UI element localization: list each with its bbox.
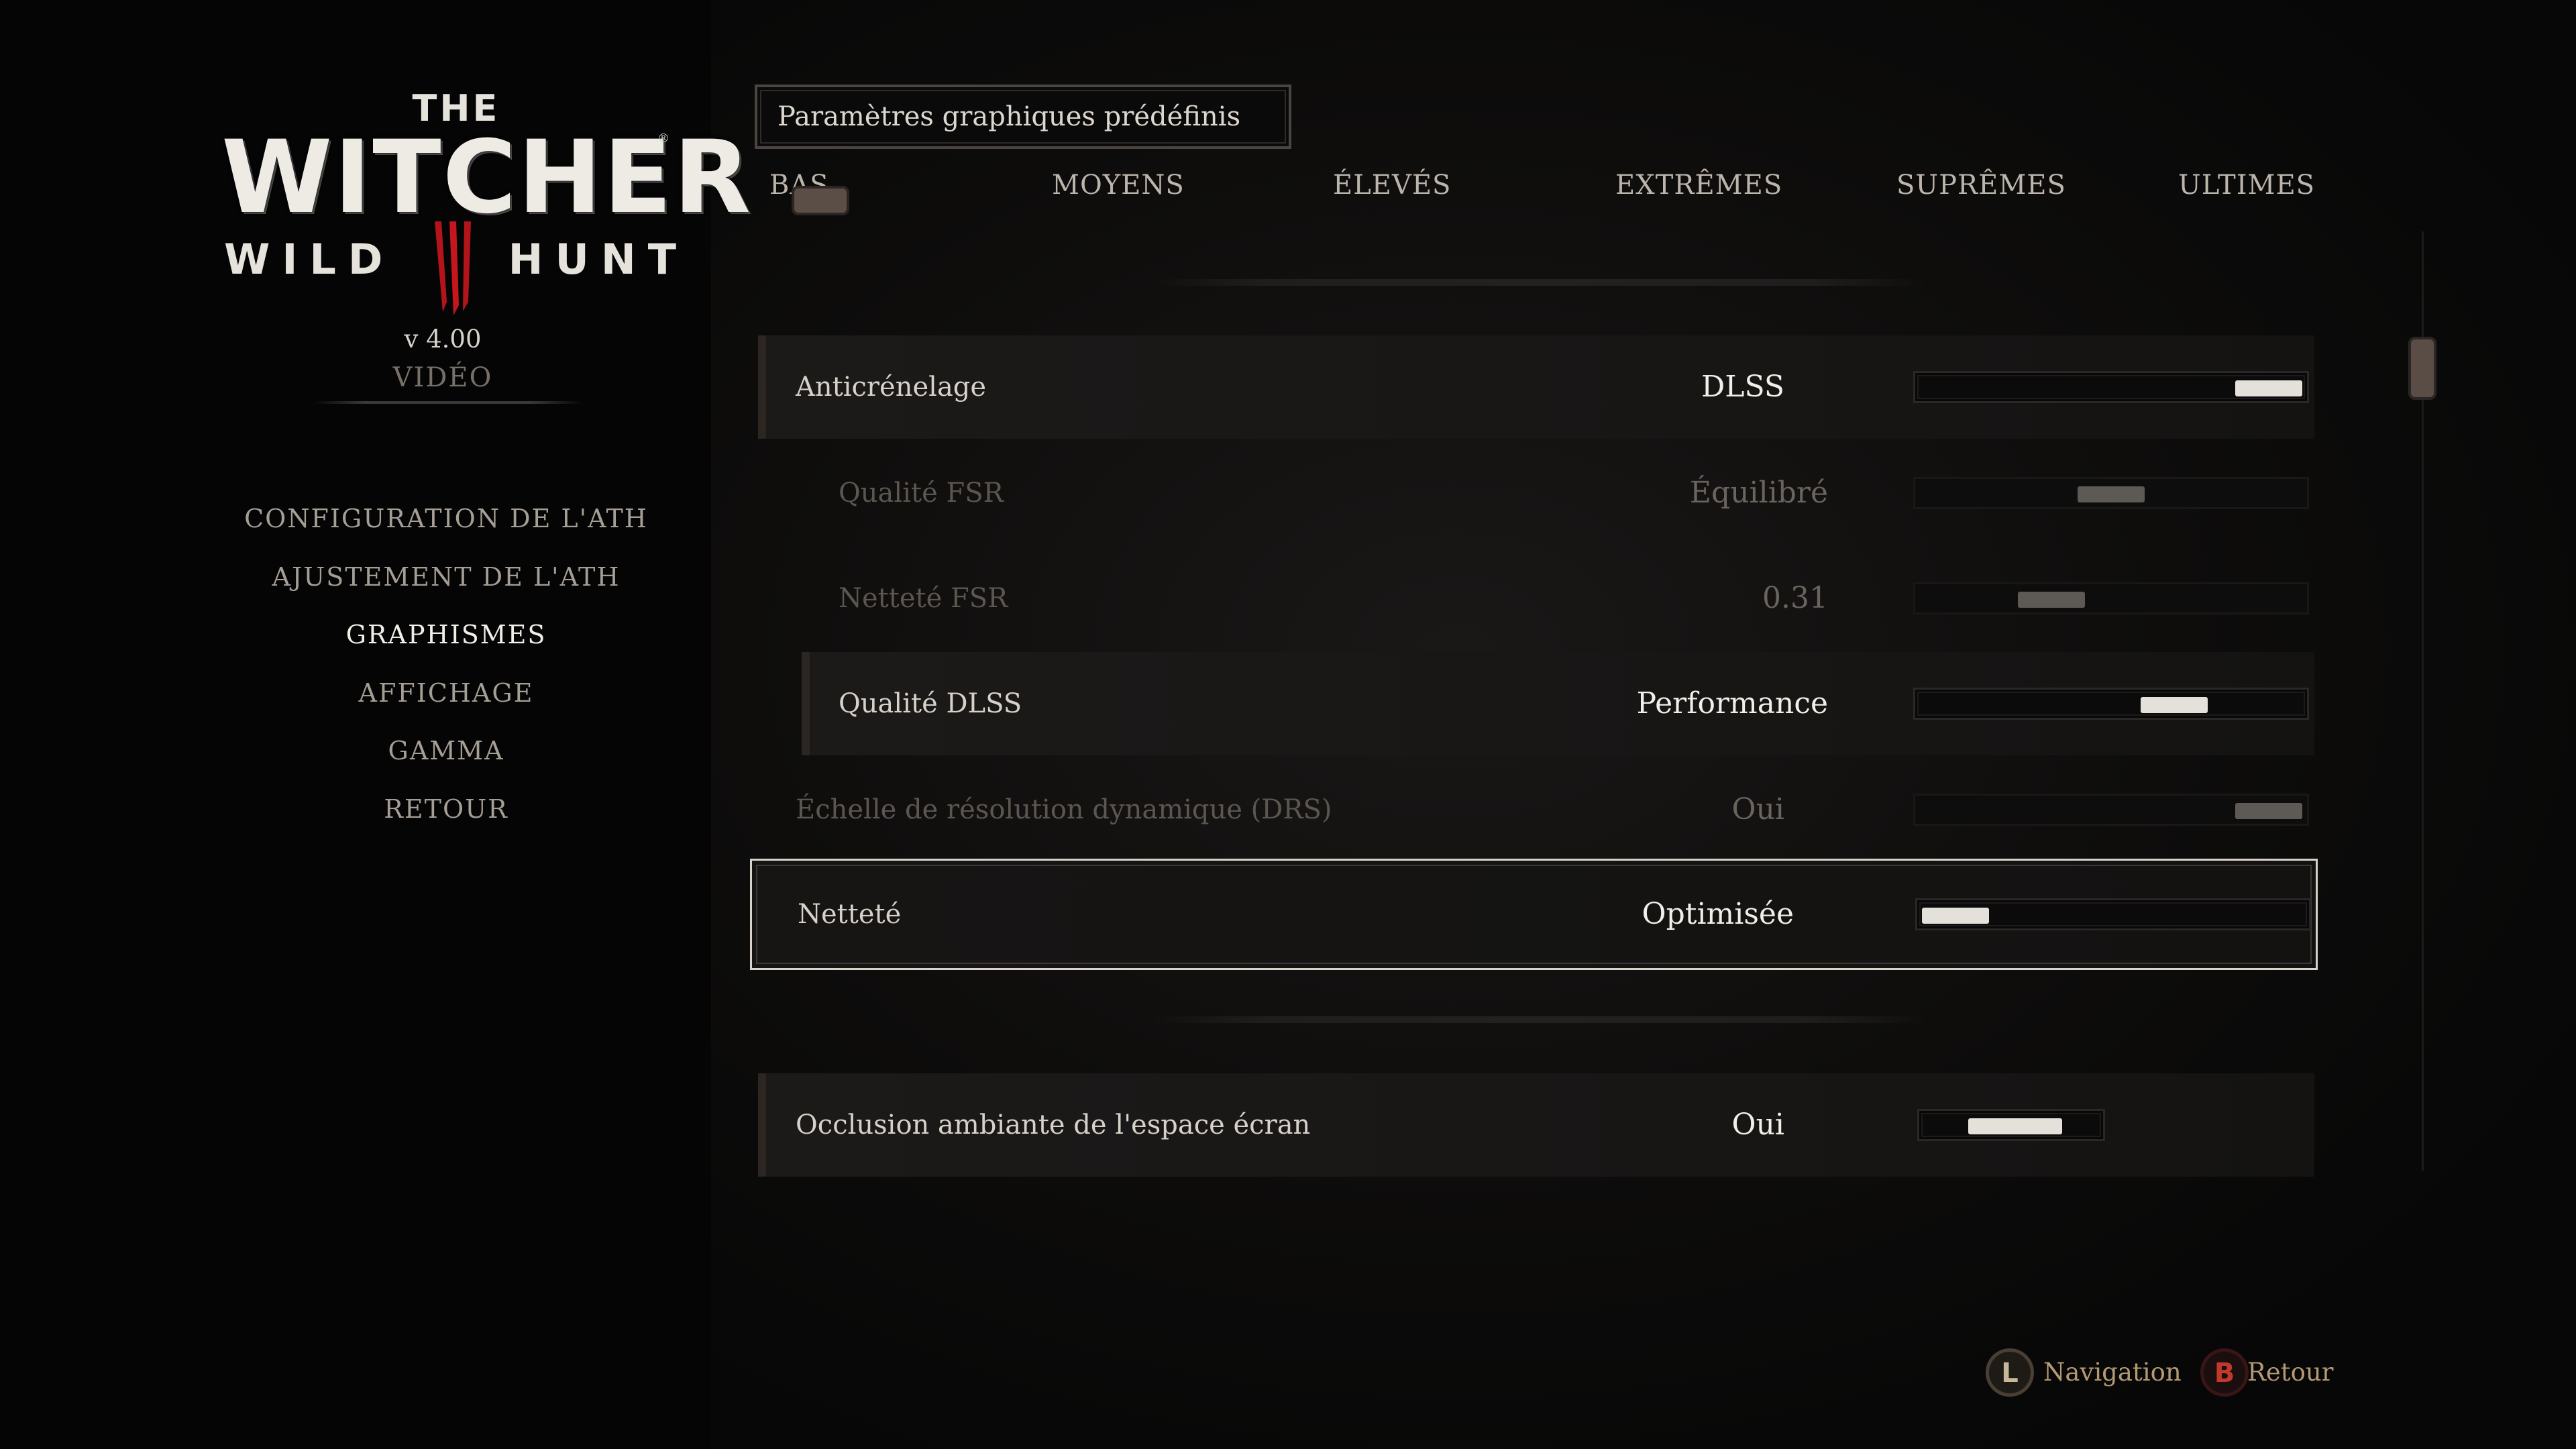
left-stick-icon: L — [1986, 1348, 2034, 1397]
game-version: v 4.00 — [404, 325, 482, 354]
slider-track — [1913, 688, 2309, 720]
section-title: VIDÉO — [392, 362, 493, 393]
setting-slider — [1913, 582, 2309, 614]
setting-row-antialiasing[interactable]: Anticrénelage DLSS — [758, 335, 2314, 439]
logo-subtitle-left: WILD — [223, 235, 395, 284]
setting-label: Netteté — [798, 899, 902, 930]
section-divider — [312, 401, 584, 404]
slider-thumb[interactable] — [1968, 1118, 2062, 1134]
slider-thumb — [2017, 592, 2085, 608]
setting-value: 0.31 — [1762, 581, 1828, 615]
b-button-icon: B — [2200, 1348, 2249, 1397]
setting-label: Qualité DLSS — [839, 688, 1022, 719]
setting-value: Performance — [1636, 686, 1828, 720]
setting-value: Équilibré — [1689, 476, 1828, 510]
setting-label: Occlusion ambiante de l'espace écran — [796, 1110, 1311, 1140]
setting-value: DLSS — [1701, 370, 1784, 404]
graphics-preset-title: Paramètres graphiques prédéfinis — [777, 101, 1241, 132]
setting-label: Échelle de résolution dynamique (DRS) — [796, 794, 1332, 825]
back-hint[interactable]: Retour — [2247, 1348, 2333, 1397]
navigation-hint[interactable]: Navigation — [2043, 1348, 2182, 1397]
setting-label: Netteté FSR — [839, 583, 1008, 614]
setting-slider[interactable] — [1915, 898, 2311, 930]
setting-slider[interactable] — [1913, 688, 2309, 720]
setting-row-fsr-sharpness: Netteté FSR 0.31 — [802, 547, 2314, 650]
preset-option-supreme[interactable]: SUPRÊMES — [1896, 165, 2066, 205]
section-divider-bottom — [1150, 1016, 1925, 1023]
witcher-logo: THE WITCHER ® WILD HUNT — [221, 87, 753, 329]
menu-item-hud-adjust[interactable]: AJUSTEMENT DE L'ATH — [221, 555, 671, 613]
setting-slider — [1913, 794, 2309, 826]
slider-track — [1913, 582, 2309, 614]
preset-slider-thumb[interactable] — [792, 186, 849, 215]
setting-value: Optimisée — [1642, 897, 1794, 931]
logo-registered-mark: ® — [657, 131, 669, 146]
options-menu: CONFIGURATION DE L'ATH AJUSTEMENT DE L'A… — [221, 496, 671, 845]
menu-item-hud-config[interactable]: CONFIGURATION DE L'ATH — [221, 496, 671, 555]
preset-option-medium[interactable]: MOYENS — [1052, 165, 1185, 205]
setting-row-sharpening[interactable]: Netteté Optimisée — [750, 859, 2318, 970]
slider-thumb[interactable] — [2235, 380, 2302, 396]
setting-row-dynamic-resolution: Échelle de résolution dynamique (DRS) Ou… — [758, 758, 2314, 861]
setting-slider[interactable] — [1913, 371, 2309, 403]
settings-scrollbar-thumb[interactable] — [2408, 337, 2436, 400]
setting-label: Qualité FSR — [839, 478, 1004, 508]
graphics-preset-slider[interactable]: BAS MOYENS ÉLEVÉS EXTRÊMES SUPRÊMES ULTI… — [755, 165, 2351, 212]
graphics-preset-header: Paramètres graphiques prédéfinis — [755, 85, 1291, 149]
slider-thumb[interactable] — [2141, 697, 2208, 713]
setting-toggle[interactable] — [1917, 1109, 2105, 1141]
menu-item-display[interactable]: AFFICHAGE — [221, 671, 671, 729]
setting-row-dlss-quality[interactable]: Qualité DLSS Performance — [802, 652, 2314, 755]
slider-thumb — [2078, 486, 2145, 502]
section-divider-top — [1150, 279, 1925, 286]
menu-item-graphics[interactable]: GRAPHISMES — [221, 612, 671, 671]
logo-subtitle-right: HUNT — [508, 235, 689, 284]
slider-thumb — [2235, 803, 2302, 819]
setting-value: Oui — [1731, 1108, 1784, 1142]
slider-thumb[interactable] — [1922, 908, 1989, 924]
setting-value: Oui — [1731, 792, 1784, 826]
setting-row-ssao[interactable]: Occlusion ambiante de l'espace écran Oui — [758, 1073, 2314, 1177]
preset-option-ultimate[interactable]: ULTIMES — [2178, 165, 2315, 205]
setting-slider — [1913, 477, 2309, 509]
preset-option-high[interactable]: ÉLEVÉS — [1333, 165, 1451, 205]
logo-claw-mark-icon — [435, 221, 471, 315]
setting-label: Anticrénelage — [796, 372, 987, 402]
menu-item-gamma[interactable]: GAMMA — [221, 729, 671, 787]
preset-option-extreme[interactable]: EXTRÊMES — [1615, 165, 1782, 205]
menu-item-back[interactable]: RETOUR — [221, 787, 671, 845]
logo-title: WITCHER — [221, 119, 753, 236]
setting-row-fsr-quality: Qualité FSR Équilibré — [802, 441, 2314, 545]
